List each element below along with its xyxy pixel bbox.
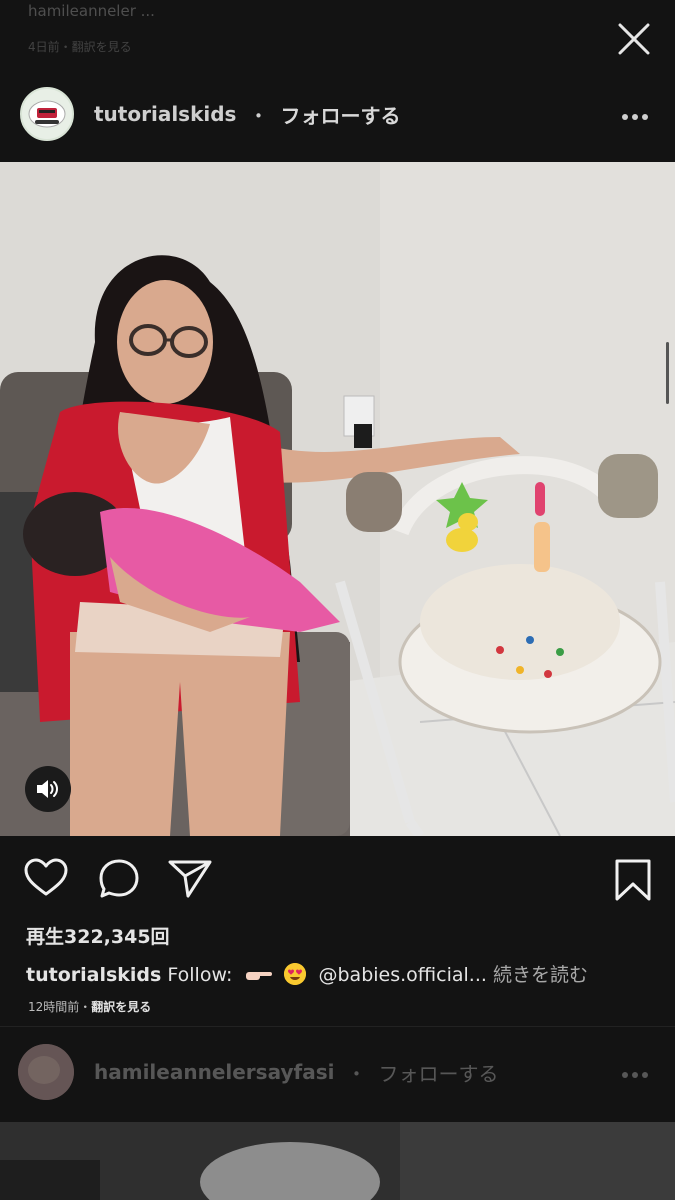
post-divider (0, 1026, 675, 1027)
post-time: 12時間前・ (28, 1000, 92, 1014)
heart-icon (24, 858, 68, 896)
more-horizontal-icon (622, 1071, 648, 1078)
translate-link[interactable]: 翻訳を見る (91, 1000, 151, 1014)
next-header-separator: ・ (346, 1061, 367, 1086)
comment-icon (99, 859, 139, 898)
previous-post-caption: hamileanneler ... 4日前・翻訳を見る (28, 2, 588, 55)
close-icon (618, 23, 650, 55)
avatar[interactable] (20, 87, 74, 141)
save-button[interactable] (614, 858, 652, 906)
previous-post-meta: 4日前・翻訳を見る (28, 40, 132, 54)
header-separator: ・ (248, 103, 269, 128)
next-post-media[interactable] (0, 1122, 675, 1200)
post-username[interactable]: tutorialskids (94, 102, 236, 126)
next-post-preview (0, 1122, 675, 1200)
next-post-username[interactable]: hamileannelersayfasi (94, 1060, 334, 1084)
next-follow-button[interactable]: フォローする (378, 1058, 498, 1087)
pointing-hand-icon (246, 966, 273, 989)
caption-mention[interactable]: @babies.official... (319, 964, 487, 986)
more-horizontal-icon (622, 113, 648, 120)
speaker-icon (37, 780, 58, 798)
scroll-indicator[interactable] (666, 342, 669, 404)
post-header: tutorialskids ・ フォローする (0, 82, 675, 146)
baby-photo-icon (18, 1044, 74, 1100)
view-count: 再生322,345回 (26, 926, 170, 948)
video-frame-illustration (0, 162, 675, 836)
caption-text: Follow: (167, 964, 233, 986)
read-more-link[interactable]: 続きを読む (493, 964, 588, 986)
like-button[interactable] (24, 858, 68, 902)
paper-plane-icon (168, 860, 212, 898)
follow-button[interactable]: フォローする (280, 100, 400, 129)
action-bar (0, 852, 675, 908)
post-meta: 12時間前・翻訳を見る (28, 998, 151, 1015)
caption-username[interactable]: tutorialskids (26, 964, 161, 986)
close-button[interactable] (617, 22, 651, 56)
more-options-button[interactable] (621, 102, 649, 127)
post-caption: tutorialskids Follow: @babies.official..… (26, 960, 588, 989)
heart-eyes-emoji-icon (284, 963, 307, 985)
comment-button[interactable] (98, 858, 140, 904)
bookmark-icon (615, 859, 651, 901)
next-more-options-button[interactable] (621, 1060, 649, 1085)
previous-post-text: hamileanneler ... (28, 2, 155, 20)
avatar-logo-icon (28, 100, 66, 128)
next-post-avatar[interactable] (18, 1044, 74, 1100)
post-video[interactable] (0, 162, 675, 836)
mute-toggle-button[interactable] (25, 766, 71, 812)
next-post-header: hamileannelersayfasi ・ フォローする (0, 1040, 675, 1104)
share-button[interactable] (168, 858, 212, 902)
